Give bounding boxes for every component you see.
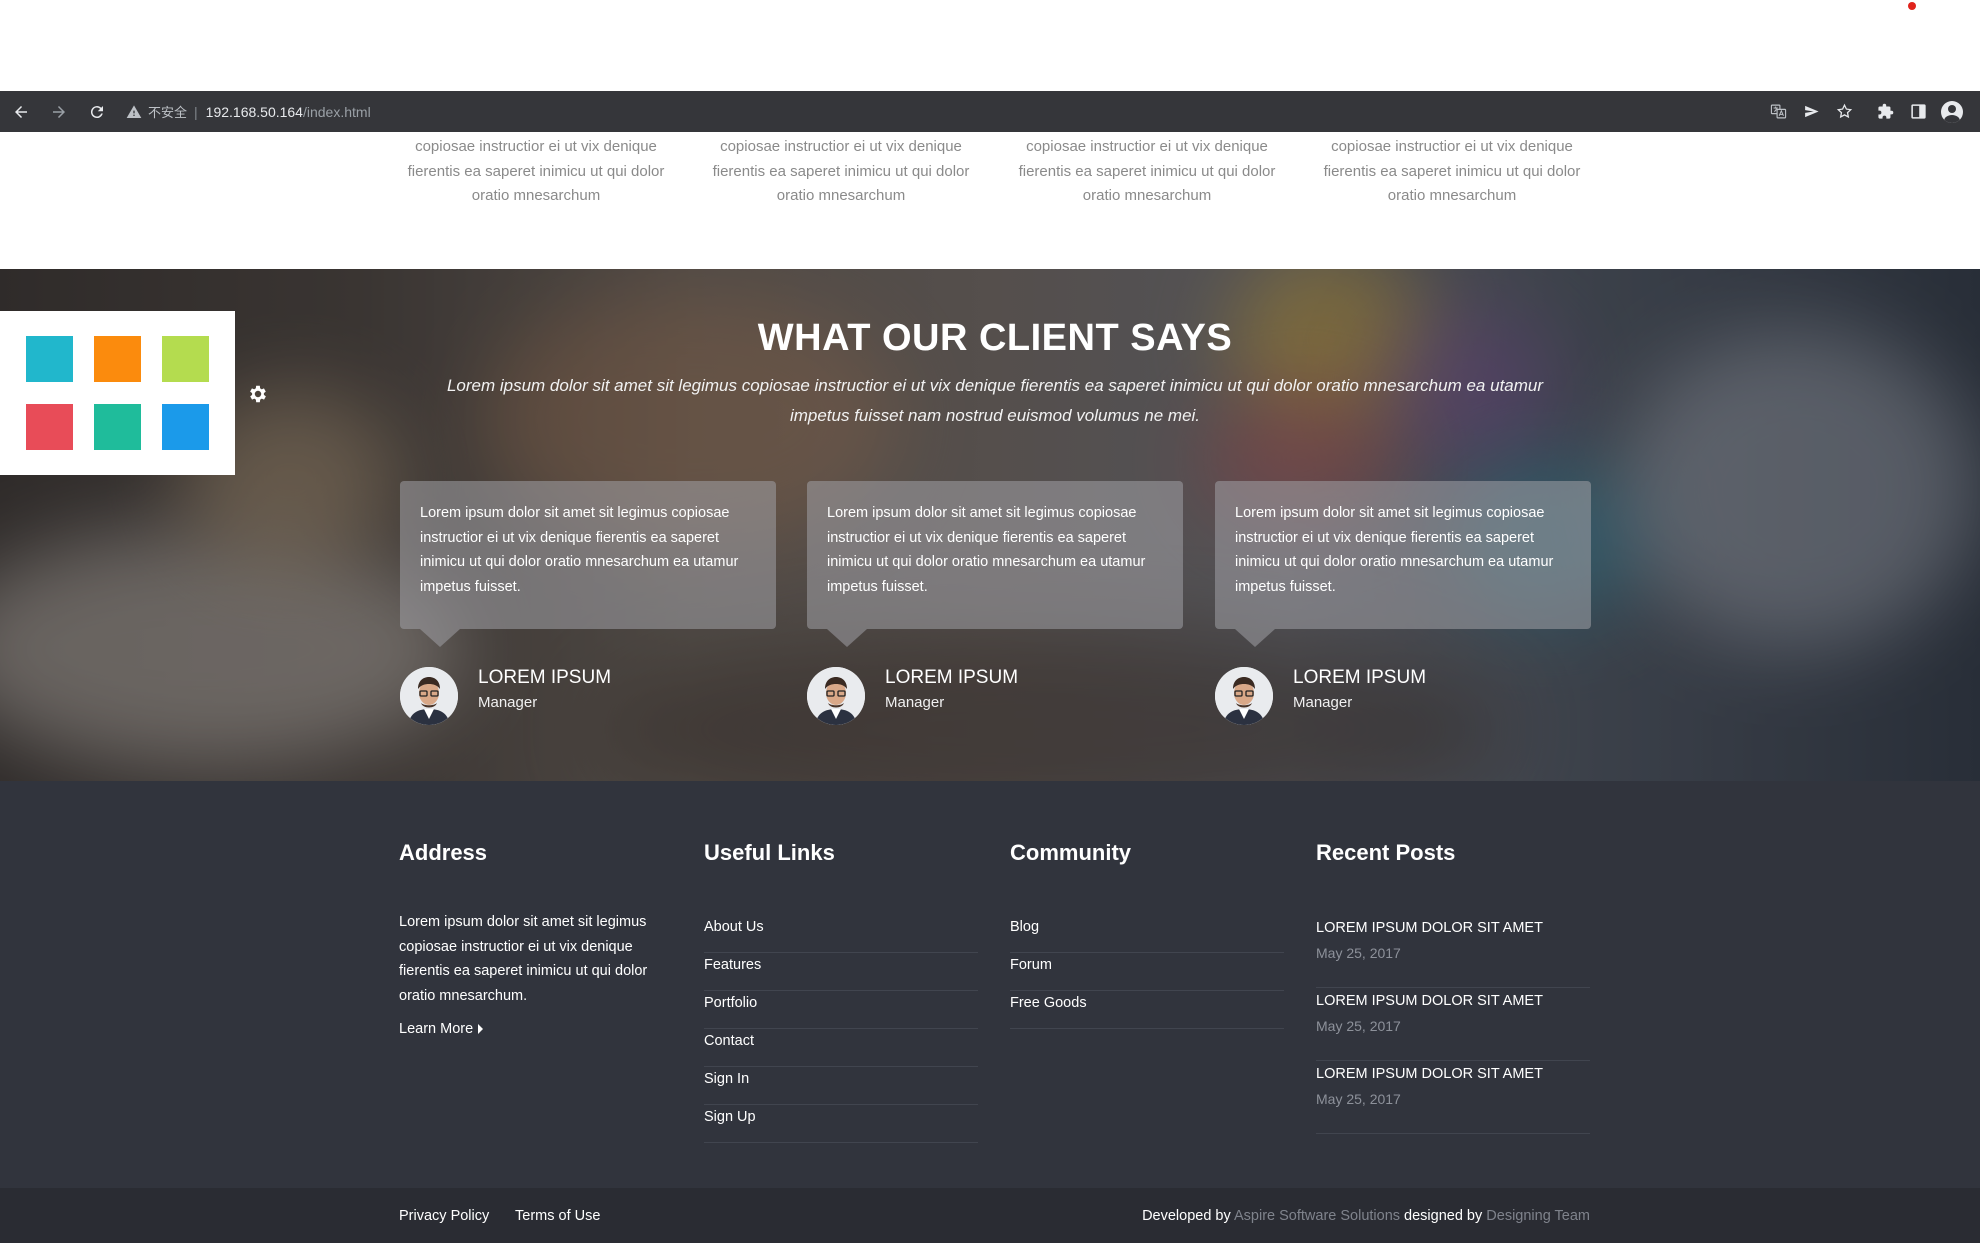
caret-right-icon: [478, 1024, 484, 1034]
list-item: LOREM IPSUM DOLOR SIT AMET May 25, 2017: [1316, 988, 1590, 1061]
address-bar[interactable]: 不安全 | 192.168.50.164/index.html: [126, 102, 371, 121]
color-style-switcher: [0, 311, 235, 475]
avatar: [400, 667, 458, 725]
author-name: LOREM IPSUM: [1293, 667, 1427, 688]
community-links-list: Blog Forum Free Goods: [1010, 915, 1284, 1029]
testimonial-quote: Lorem ipsum dolor sit amet sit legimus c…: [1215, 481, 1591, 647]
gear-icon[interactable]: [247, 383, 269, 405]
url-host: 192.168.50.164: [205, 103, 303, 120]
post-date: May 25, 2017: [1316, 945, 1401, 961]
forward-button[interactable]: [42, 95, 76, 129]
profile-button[interactable]: [1935, 95, 1968, 129]
address-title: Address: [399, 840, 488, 865]
color-swatch[interactable]: [162, 336, 209, 382]
color-swatch[interactable]: [94, 336, 141, 382]
reload-icon: [90, 105, 103, 118]
testimonials-subtitle: Lorem ipsum dolor sit amet sit legimus c…: [446, 376, 1544, 425]
translate-icon: [1770, 104, 1787, 119]
privacy-policy-link[interactable]: Privacy Policy: [399, 1208, 489, 1224]
author-role: Manager: [885, 694, 945, 711]
back-icon: [15, 105, 27, 118]
community-title: Community: [1010, 840, 1131, 865]
color-swatch[interactable]: [94, 404, 141, 450]
testimonials-section: WHAT OUR CLIENT SAYS Lorem ipsum dolor s…: [0, 269, 1980, 781]
recent-posts-list: LOREM IPSUM DOLOR SIT AMET May 25, 2017 …: [1316, 915, 1590, 1134]
footer-link-contact[interactable]: Contact: [704, 1029, 978, 1067]
feature-text: copiosae instructior ei ut vix denique f…: [407, 138, 665, 204]
reload-button[interactable]: [80, 95, 114, 129]
bookmark-star-icon: [1836, 103, 1853, 119]
avatar: [1215, 667, 1273, 725]
post-date: May 25, 2017: [1316, 1018, 1401, 1034]
features-section: copiosae instructior ei ut vix denique f…: [0, 132, 1980, 269]
side-panel-button[interactable]: [1902, 95, 1935, 129]
designed-by-label: designed by: [1404, 1208, 1483, 1224]
toolbar-actions: [1762, 91, 1968, 132]
side-panel-icon: [1911, 104, 1926, 119]
warning-icon: [126, 104, 142, 118]
browser-toolbar: 不安全 | 192.168.50.164/index.html: [0, 91, 1980, 132]
testimonial-quote: Lorem ipsum dolor sit amet sit legimus c…: [400, 481, 776, 647]
insecure-label: 不安全: [148, 105, 188, 120]
send-icon: [1805, 105, 1819, 118]
recording-indicator-dot: [1908, 2, 1916, 10]
forward-icon: [53, 105, 65, 118]
useful-links-title: Useful Links: [704, 840, 835, 865]
author-role: Manager: [1293, 694, 1353, 711]
color-swatch[interactable]: [162, 404, 209, 450]
url-separator: |: [194, 103, 198, 120]
developer-link[interactable]: Aspire Software Solutions: [1234, 1208, 1400, 1224]
list-item: LOREM IPSUM DOLOR SIT AMET May 25, 2017: [1316, 915, 1590, 988]
post-title-link[interactable]: LOREM IPSUM DOLOR SIT AMET: [1316, 993, 1590, 1009]
back-button[interactable]: [4, 95, 38, 129]
footer-link-sign-in[interactable]: Sign In: [704, 1067, 978, 1105]
feature-text: copiosae instructior ei ut vix denique f…: [712, 138, 970, 204]
list-item: LOREM IPSUM DOLOR SIT AMET May 25, 2017: [1316, 1061, 1590, 1134]
feature-text: copiosae instructior ei ut vix denique f…: [1323, 138, 1581, 204]
bottom-bar: Privacy Policy Terms of Use Developed by…: [0, 1188, 1980, 1243]
post-date: May 25, 2017: [1316, 1091, 1401, 1107]
footer-link-forum[interactable]: Forum: [1010, 953, 1284, 991]
window-top-area: [0, 0, 1980, 91]
terms-of-use-link[interactable]: Terms of Use: [515, 1208, 600, 1224]
footer-link-portfolio[interactable]: Portfolio: [704, 991, 978, 1029]
extensions-icon: [1878, 103, 1894, 119]
footer-link-blog[interactable]: Blog: [1010, 915, 1284, 953]
post-title-link[interactable]: LOREM IPSUM DOLOR SIT AMET: [1316, 1066, 1590, 1082]
author-role: Manager: [478, 694, 538, 711]
learn-more-label: Learn More: [399, 1021, 474, 1037]
color-swatch[interactable]: [26, 404, 73, 450]
post-title-link[interactable]: LOREM IPSUM DOLOR SIT AMET: [1316, 920, 1590, 936]
useful-links-list: About Us Features Portfolio Contact Sign…: [704, 915, 978, 1143]
translate-button[interactable]: [1762, 95, 1795, 129]
author-name: LOREM IPSUM: [885, 667, 1019, 688]
address-text: Lorem ipsum dolor sit amet sit legimus c…: [399, 914, 648, 1004]
extensions-button[interactable]: [1869, 95, 1902, 129]
footer-link-free-goods[interactable]: Free Goods: [1010, 991, 1284, 1029]
footer-link-sign-up[interactable]: Sign Up: [704, 1105, 978, 1143]
url-path: /index.html: [302, 103, 371, 120]
credits: Developed by Aspire Software Solutions d…: [1142, 1208, 1590, 1224]
profile-icon: [1940, 100, 1963, 123]
testimonial-quote: Lorem ipsum dolor sit amet sit legimus c…: [807, 481, 1183, 647]
avatar: [807, 667, 865, 725]
author-name: LOREM IPSUM: [478, 667, 612, 688]
designer-link[interactable]: Designing Team: [1486, 1208, 1590, 1224]
developed-by-label: Developed by: [1142, 1208, 1231, 1224]
testimonials-title: WHAT OUR CLIENT SAYS: [757, 317, 1233, 359]
recent-posts-title: Recent Posts: [1316, 840, 1456, 865]
footer-link-features[interactable]: Features: [704, 953, 978, 991]
color-swatch[interactable]: [26, 336, 73, 382]
learn-more-link[interactable]: Learn More: [399, 1021, 484, 1037]
send-button[interactable]: [1795, 95, 1828, 129]
bookmark-button[interactable]: [1828, 95, 1861, 129]
footer: Address Useful Links Community Recent Po…: [0, 781, 1980, 1188]
footer-link-about-us[interactable]: About Us: [704, 915, 978, 953]
feature-text: copiosae instructior ei ut vix denique f…: [1018, 138, 1276, 204]
